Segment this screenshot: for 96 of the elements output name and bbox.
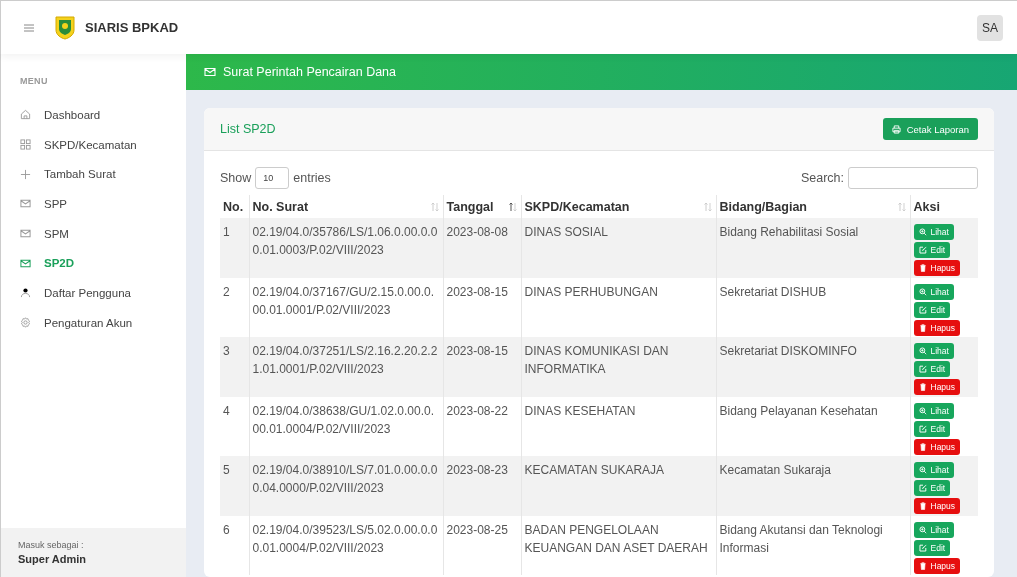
table-cell: 02.19/04.0/35786/LS/1.06.0.00.0.00.01.0003/P.02/VIII/2023 <box>249 218 443 278</box>
delete-button[interactable]: Hapus <box>913 319 961 336</box>
table-cell: Sekretariat DISKOMINFO <box>716 337 910 397</box>
table-cell: 2 <box>220 277 249 337</box>
table-cell: BADAN PENGELOLAAN KEUANGAN DAN ASET DAERAH <box>521 515 716 575</box>
sort-icon <box>429 201 440 212</box>
sort-icon <box>702 201 713 212</box>
edit-icon <box>918 484 927 492</box>
table-cell: KECAMATAN SUKARAJA <box>521 456 716 516</box>
edit-icon <box>918 543 927 552</box>
sidebar-item[interactable]: Pengaturan Akun <box>1 307 186 338</box>
login-caption: Masuk sebagai : <box>18 540 85 550</box>
edit-icon <box>918 246 927 254</box>
edit-button[interactable]: Edit <box>913 361 951 377</box>
printer-icon <box>891 124 901 134</box>
page-size-select[interactable]: 10 <box>255 167 290 189</box>
table-cell: Bidang Rehabilitasi Sosial <box>716 218 910 278</box>
view-button[interactable]: Lihat <box>913 402 954 419</box>
zoom-icon <box>918 228 927 236</box>
edit-button[interactable]: Edit <box>913 539 951 556</box>
trash-icon <box>918 502 927 510</box>
table-cell: 1 <box>220 218 249 278</box>
edit-button[interactable]: Edit <box>913 301 951 318</box>
sidebar-item[interactable]: SPP <box>1 189 186 219</box>
envelope-icon <box>204 66 216 78</box>
sort-icon <box>896 201 907 212</box>
trash-icon <box>918 561 927 570</box>
sidebar-item[interactable]: SPM <box>1 218 186 249</box>
zoom-icon <box>918 406 927 415</box>
sidebar-item[interactable]: Dashboard <box>1 100 186 130</box>
search-field[interactable] <box>848 167 978 189</box>
view-button[interactable]: Lihat <box>913 283 954 300</box>
user-avatar[interactable]: SA <box>977 14 1003 41</box>
sidebar-item[interactable]: Tambah Surat <box>1 159 186 190</box>
edit-button[interactable]: Edit <box>913 242 951 258</box>
table-cell: 2023-08-25 <box>443 515 521 575</box>
gear-icon <box>20 317 31 329</box>
view-button[interactable]: Lihat <box>913 462 954 478</box>
table-cell: 6 <box>220 515 249 575</box>
sidebar-item[interactable]: Daftar Pengguna <box>1 278 186 308</box>
table-cell: 5 <box>220 456 249 516</box>
envelope-icon <box>20 257 31 269</box>
sidebar-item[interactable]: SKPD/Kecamatan <box>1 129 186 160</box>
trash-icon <box>918 383 927 391</box>
table-cell: 4 <box>220 396 249 456</box>
edit-icon <box>918 365 927 373</box>
card-title: List SP2D <box>220 122 276 136</box>
edit-button[interactable]: Edit <box>913 420 951 437</box>
edit-icon <box>918 424 927 433</box>
table-cell: Bidang Akutansi dan Teknologi Informasi <box>716 515 910 575</box>
table-cell: 02.19/04.0/38910/LS/7.01.0.00.0.00.04.0000/P.02/VIII/2023 <box>249 456 443 516</box>
sort-icon <box>507 201 518 212</box>
delete-button[interactable]: Hapus <box>913 498 961 514</box>
search-label: Search: <box>800 171 844 185</box>
trash-icon <box>918 442 927 451</box>
table-cell: 2023-08-15 <box>443 337 521 397</box>
delete-button[interactable]: Hapus <box>913 438 961 455</box>
table-cell: 02.19/04.0/37251/LS/2.16.2.20.2.21.01.0001/P.02/VIII/2023 <box>249 337 443 397</box>
edit-icon <box>918 305 927 314</box>
shield-logo-icon <box>55 15 75 40</box>
table-cell: 3 <box>220 337 249 397</box>
grid-icon <box>20 139 31 151</box>
edit-button[interactable]: Edit <box>913 480 951 496</box>
user-icon <box>20 287 31 299</box>
view-button[interactable]: Lihat <box>913 343 954 359</box>
menu-heading: MENU <box>19 75 49 88</box>
app-title: SIARIS BPKAD <box>85 20 180 35</box>
trash-icon <box>918 323 927 332</box>
table-cell: 2023-08-08 <box>443 218 521 278</box>
delete-button[interactable]: Hapus <box>913 260 961 276</box>
envelope-icon <box>20 198 31 210</box>
delete-button[interactable]: Hapus <box>913 557 961 574</box>
delete-button[interactable]: Hapus <box>913 379 961 395</box>
table-cell: DINAS SOSIAL <box>521 218 716 278</box>
show-label: Show <box>220 171 252 185</box>
table-cell: 2023-08-23 <box>443 456 521 516</box>
zoom-icon <box>918 287 927 296</box>
envelope-icon <box>20 228 31 240</box>
user-role: Super Admin <box>18 553 88 565</box>
column-header[interactable]: No. <box>220 195 249 218</box>
plus-icon <box>20 168 31 180</box>
menu-icon[interactable] <box>23 22 35 33</box>
table-cell: 02.19/04.0/39523/LS/5.02.0.00.0.00.01.0004/P.02/VIII/2023 <box>249 515 443 575</box>
zoom-icon <box>918 466 927 474</box>
page-title: Surat Perintah Pencairan Dana <box>223 65 397 79</box>
table-cell: DINAS KOMUNIKASI DAN INFORMATIKA <box>521 337 716 397</box>
view-button[interactable]: Lihat <box>913 224 954 240</box>
table-cell: Kecamatan Sukaraja <box>716 456 910 516</box>
sidebar-item[interactable]: SP2D <box>1 248 186 279</box>
view-button[interactable]: Lihat <box>913 521 954 538</box>
trash-icon <box>918 264 927 272</box>
zoom-icon <box>918 525 927 534</box>
zoom-icon <box>918 347 927 355</box>
home-icon <box>20 109 31 121</box>
entries-label: entries <box>293 171 331 185</box>
print-button[interactable]: Cetak Laporan <box>882 118 978 140</box>
